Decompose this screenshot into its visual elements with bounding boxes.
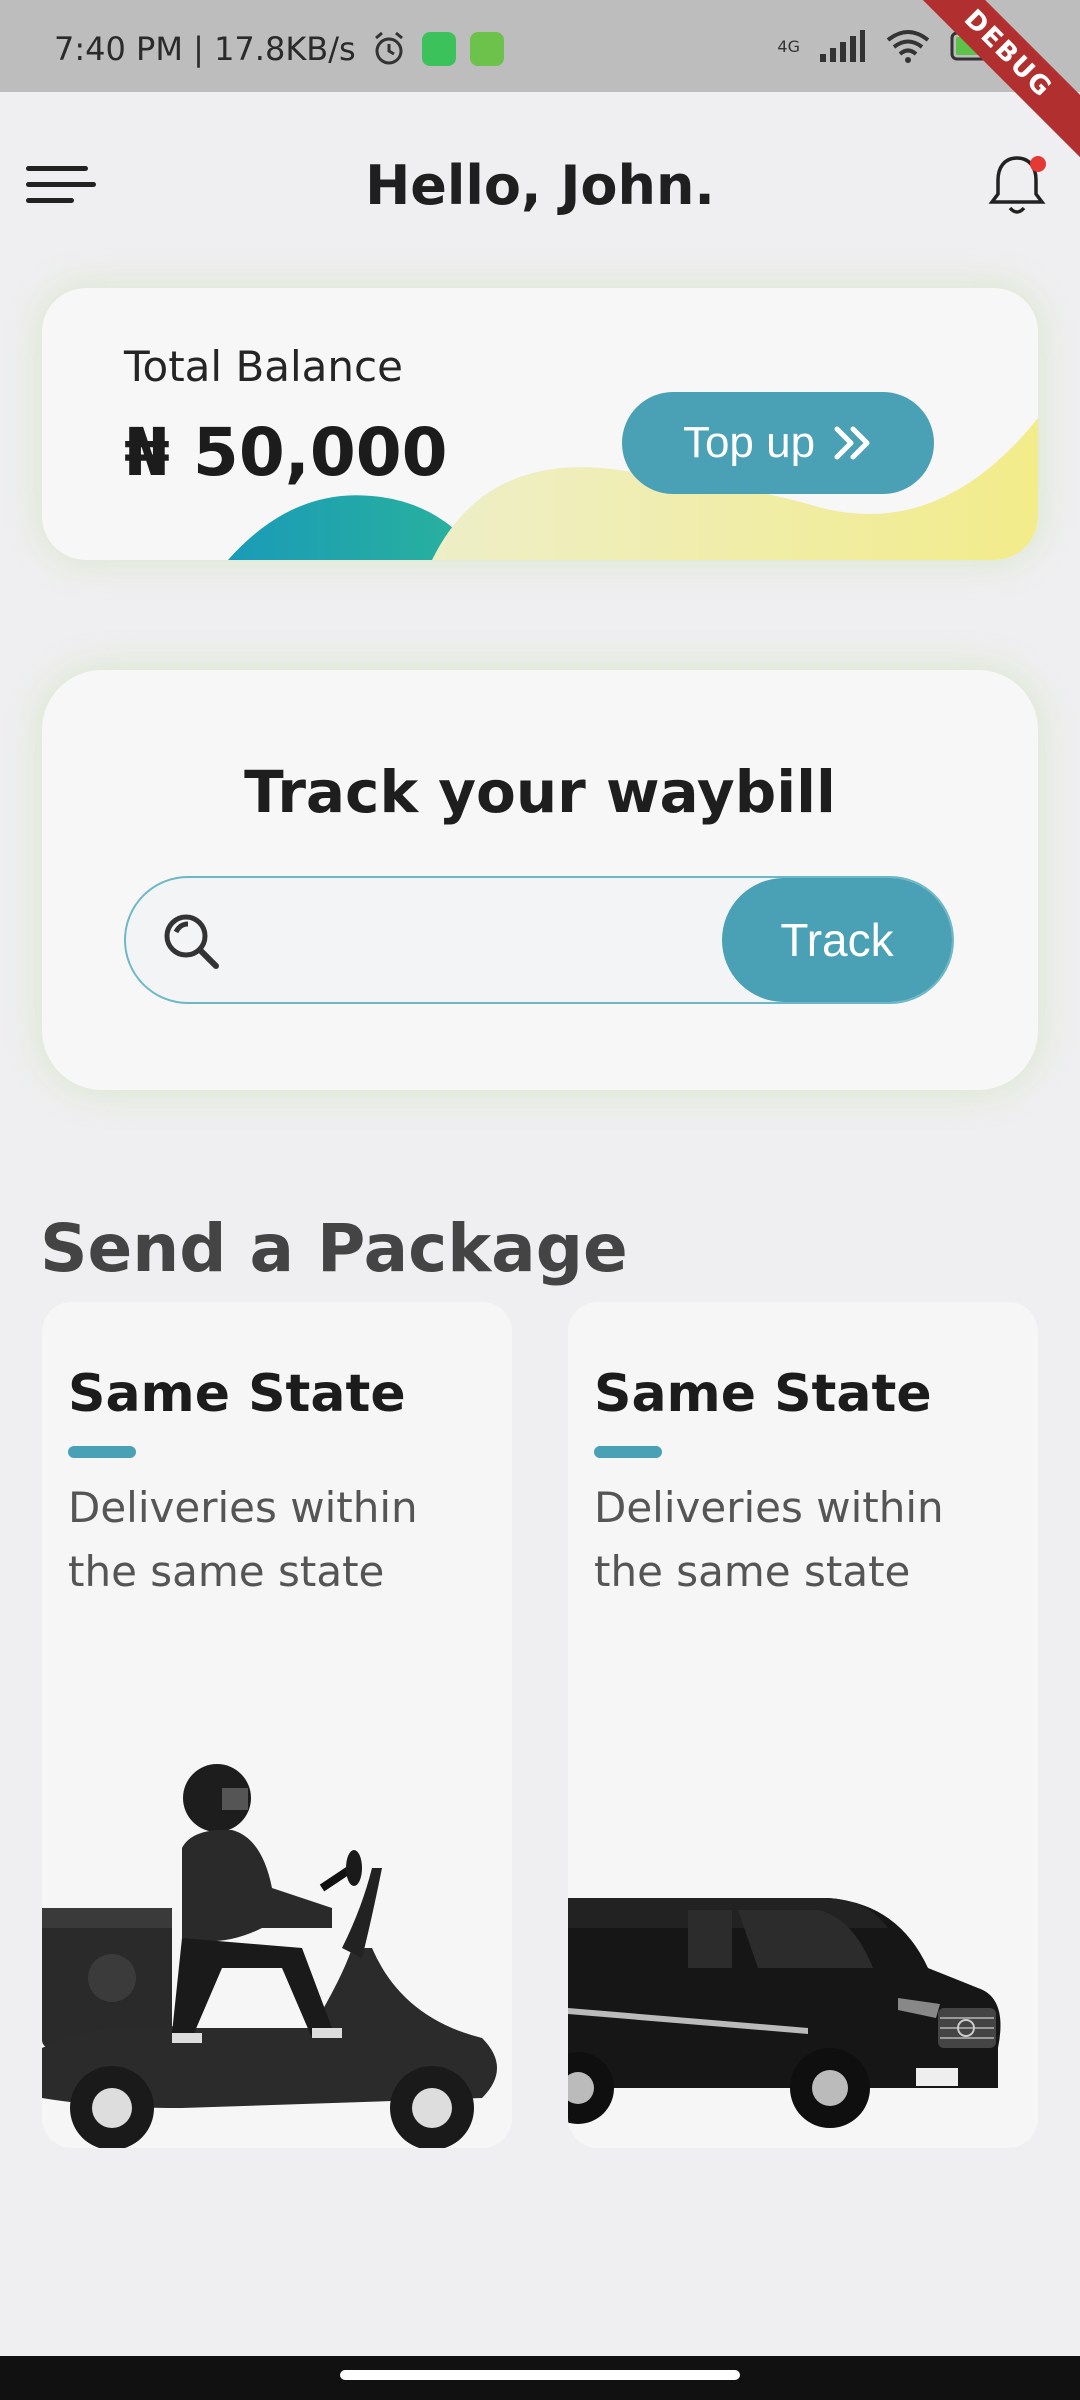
waybill-search-field: Track <box>124 876 954 1004</box>
top-bar: Hello, John. <box>0 92 1080 282</box>
double-chevron-right-icon <box>834 426 870 460</box>
track-button[interactable]: Track <box>722 878 952 1002</box>
package-card-description: Deliveries within the same state <box>594 1483 944 1596</box>
signal-icon <box>820 30 865 62</box>
greeting-title: Hello, John. <box>365 154 715 217</box>
home-indicator[interactable] <box>340 2370 740 2380</box>
track-title: Track your waybill <box>244 758 836 826</box>
status-left: 7:40 PM | 17.8KB/s <box>54 30 504 68</box>
balance-amount: ₦ 50,000 <box>124 414 448 491</box>
package-card-accent-bar <box>594 1446 662 1458</box>
alarm-icon <box>374 31 403 65</box>
package-card-title: Same State <box>594 1364 932 1424</box>
status-bar: 7:40 PM | 17.8KB/s 4G <box>0 0 1080 92</box>
package-card-title: Same State <box>68 1364 406 1424</box>
network-type: 4G <box>777 36 800 56</box>
waybill-input[interactable] <box>236 900 800 982</box>
bell-icon[interactable] <box>984 150 1050 220</box>
notification-dot <box>1030 156 1046 172</box>
android-app-icon <box>469 32 504 66</box>
wifi-icon <box>886 30 930 63</box>
track-waybill-card: Track your waybill Track <box>42 670 1038 1090</box>
status-time-speed: 7:40 PM | 17.8KB/s <box>54 30 356 68</box>
delivery-van-illustration <box>568 1898 1001 2128</box>
balance-card: Total Balance ₦ 50,000 Top up <box>42 288 1038 560</box>
search-icon <box>164 914 219 969</box>
package-card-same-state[interactable]: Same State Deliveries within the same st… <box>568 1302 1038 2148</box>
topup-label: Top up <box>682 418 816 467</box>
package-card-description: Deliveries within the same state <box>68 1483 418 1596</box>
package-card-same-state[interactable]: Same State Deliveries within the same st… <box>42 1302 512 2148</box>
scooter-rider-illustration <box>42 1764 497 2148</box>
balance-label: Total Balance <box>124 342 403 391</box>
package-card-accent-bar <box>68 1446 136 1458</box>
topup-button[interactable]: Top up <box>622 392 934 494</box>
whatsapp-icon <box>421 32 456 66</box>
send-package-title: Send a Package <box>40 1210 628 1287</box>
